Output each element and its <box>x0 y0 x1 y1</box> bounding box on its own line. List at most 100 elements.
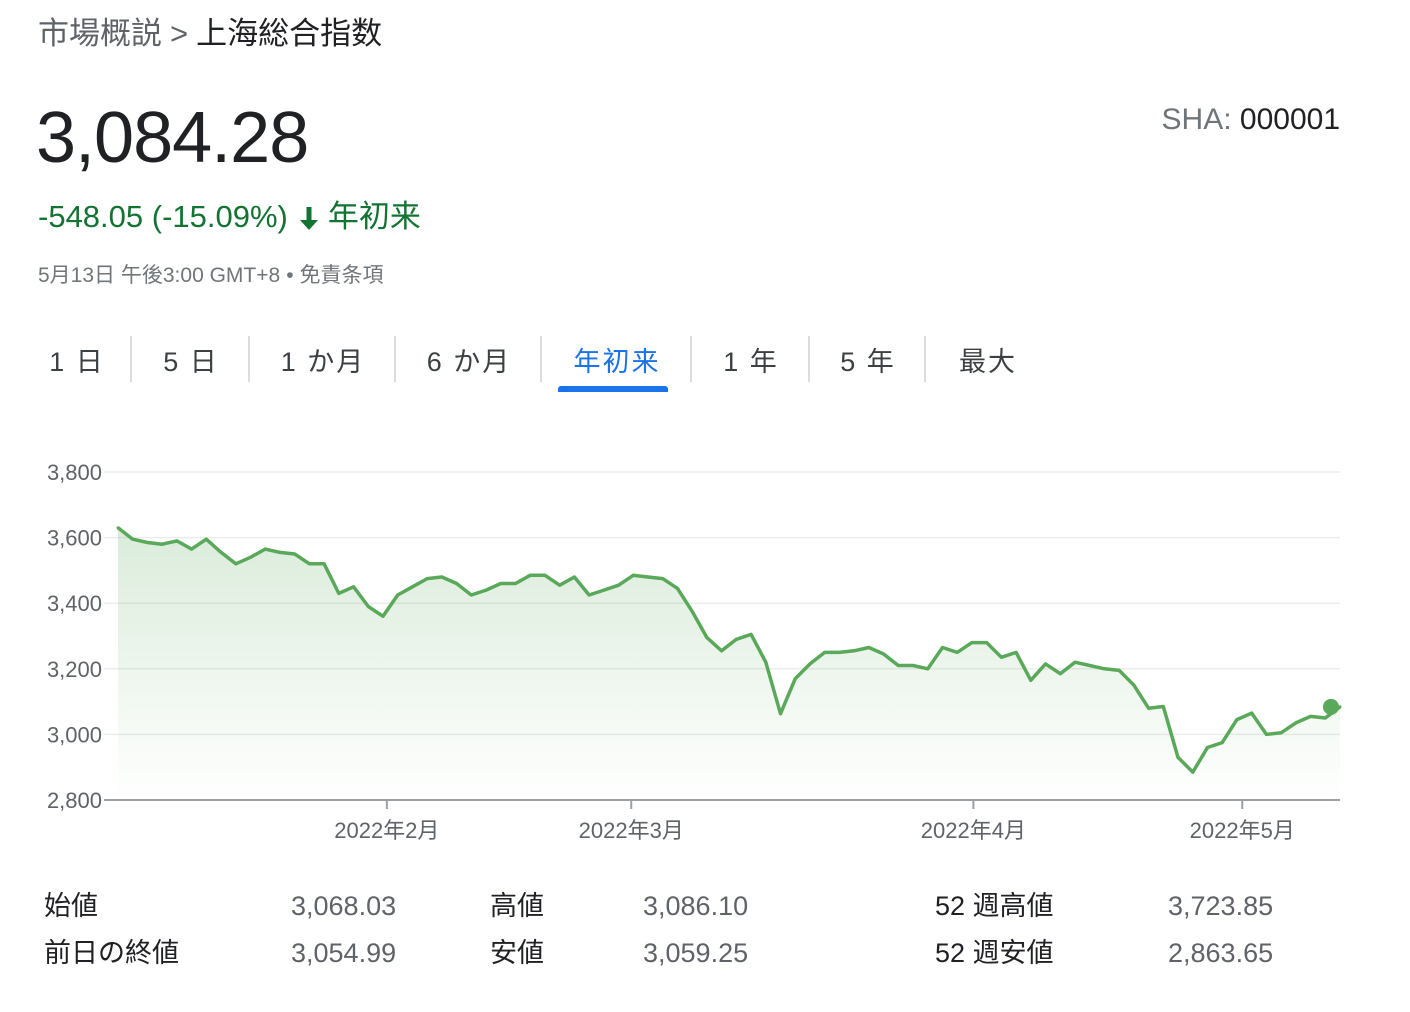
price-point <box>646 575 650 579</box>
price-point <box>999 655 1003 659</box>
x-axis-ticks: 2022年2月 2022年3月 2022年4月 2022年5月 <box>334 800 1295 843</box>
tab-label: 6 か月 <box>426 346 512 377</box>
price-point <box>602 588 606 592</box>
price-point <box>837 650 841 654</box>
stat-52wk-high-label: 52 週高値 <box>935 891 1054 921</box>
tab-max[interactable]: 最大 <box>926 336 1050 382</box>
price-point <box>440 575 444 579</box>
price-point <box>307 562 311 566</box>
price-point <box>278 550 282 554</box>
ticker-exchange: SHA: <box>1161 103 1240 136</box>
price-point <box>970 641 974 645</box>
price-point <box>896 664 900 667</box>
price-point <box>793 677 797 681</box>
tab-5-years[interactable]: 5 年 <box>810 336 926 382</box>
y-tick-label: 3,000 <box>47 722 102 747</box>
stat-prev-close-label: 前日の終値 <box>44 938 179 968</box>
price-point <box>1102 667 1106 671</box>
price-point <box>1073 660 1077 664</box>
time-range-tabs: 1 日 5 日 1 か月 6 か月 年初来 1 年 5 年 最大 <box>22 336 1050 392</box>
breadcrumb-market-overview-link[interactable]: 市場概説 <box>38 16 162 51</box>
price-chart[interactable]: 3,8003,6003,4003,2003,0002,800 2022年2月 20… <box>0 430 1410 860</box>
price-point <box>676 586 679 590</box>
stat-open-label: 始値 <box>44 891 98 921</box>
price-point <box>1147 706 1151 710</box>
quote-timestamp: 5月13日 午後3:00 GMT+8 • 免責条項 <box>38 262 384 290</box>
price-point <box>145 541 149 544</box>
x-tick-label: 2022年4月 <box>921 818 1026 843</box>
price-point <box>263 547 267 551</box>
price-point <box>1088 664 1092 667</box>
price-point <box>823 650 827 654</box>
tab-label: 1 年 <box>723 346 779 377</box>
price-point <box>1161 705 1165 708</box>
price-point <box>1309 714 1313 718</box>
price-point <box>219 550 223 554</box>
y-tick-label: 3,800 <box>47 460 102 485</box>
price-point <box>631 573 635 577</box>
price-point <box>514 582 517 585</box>
price-point <box>572 575 576 579</box>
price-point <box>411 585 414 589</box>
price-point <box>234 562 238 566</box>
price-point <box>455 582 459 585</box>
y-tick-label: 2,800 <box>47 788 102 813</box>
price-point <box>396 593 400 597</box>
price-point <box>852 649 856 653</box>
price-point <box>1044 662 1047 666</box>
price-point <box>808 662 812 666</box>
tab-label: 最大 <box>959 346 1017 377</box>
stat-52wk-high-value: 3,723.85 <box>1168 891 1274 921</box>
price-point <box>337 591 341 595</box>
tab-label: 5 年 <box>840 346 896 377</box>
tab-label: 1 日 <box>49 346 105 377</box>
stat-open-value: 3,068.03 <box>291 891 397 921</box>
tab-year-to-date[interactable]: 年初来 <box>542 336 692 392</box>
breadcrumb-separator: > <box>170 16 189 51</box>
stat-low-value: 3,059.25 <box>643 938 749 968</box>
x-tick-label: 2022年5月 <box>1190 818 1295 843</box>
price-point <box>499 582 503 585</box>
tab-1-day[interactable]: 1 日 <box>22 336 132 382</box>
arrow-down-icon <box>296 202 322 232</box>
price-point <box>617 583 621 587</box>
latest-price-marker[interactable] <box>1323 698 1339 715</box>
y-tick-label: 3,200 <box>47 657 102 682</box>
disclaimer-link[interactable]: 免責条項 <box>300 264 384 287</box>
price-point <box>160 542 164 546</box>
price-point <box>882 652 886 656</box>
price-point <box>1191 770 1195 774</box>
tab-1-month[interactable]: 1 か月 <box>250 336 396 382</box>
stat-52wk-low-label: 52 週安値 <box>935 938 1054 968</box>
stat-high-value: 3,086.10 <box>643 891 749 921</box>
change-value: -548.05 (-15.09%) <box>38 199 288 234</box>
tab-6-months[interactable]: 6 か月 <box>396 336 542 382</box>
y-tick-label: 3,400 <box>47 591 102 616</box>
price-point <box>690 609 694 613</box>
tab-1-year[interactable]: 1 年 <box>692 336 810 382</box>
stat-52wk-low-value: 2,863.65 <box>1168 938 1274 968</box>
price-point <box>1176 755 1180 759</box>
tab-label: 5 日 <box>163 346 219 377</box>
price-point <box>249 555 252 559</box>
price-point <box>1279 731 1283 735</box>
price-point <box>955 650 959 654</box>
price-point <box>911 664 915 667</box>
price-point <box>204 537 208 541</box>
tab-5-days[interactable]: 5 日 <box>132 336 250 382</box>
price-point <box>587 593 591 597</box>
timestamp-separator: • <box>286 264 294 287</box>
ticker-symbol: SHA: 000001 <box>1162 100 1340 140</box>
price-point <box>1250 711 1254 715</box>
price-point <box>352 585 356 589</box>
price-point <box>175 539 179 543</box>
price-point <box>867 646 871 649</box>
price-point <box>1220 741 1224 745</box>
price-point <box>661 577 665 581</box>
price-point <box>734 637 738 641</box>
price-point <box>322 562 326 566</box>
timestamp-text: 5月13日 午後3:00 GMT+8 <box>38 264 281 287</box>
price-point <box>528 573 532 577</box>
ticker-code: 000001 <box>1239 103 1340 136</box>
price-point <box>764 660 768 664</box>
